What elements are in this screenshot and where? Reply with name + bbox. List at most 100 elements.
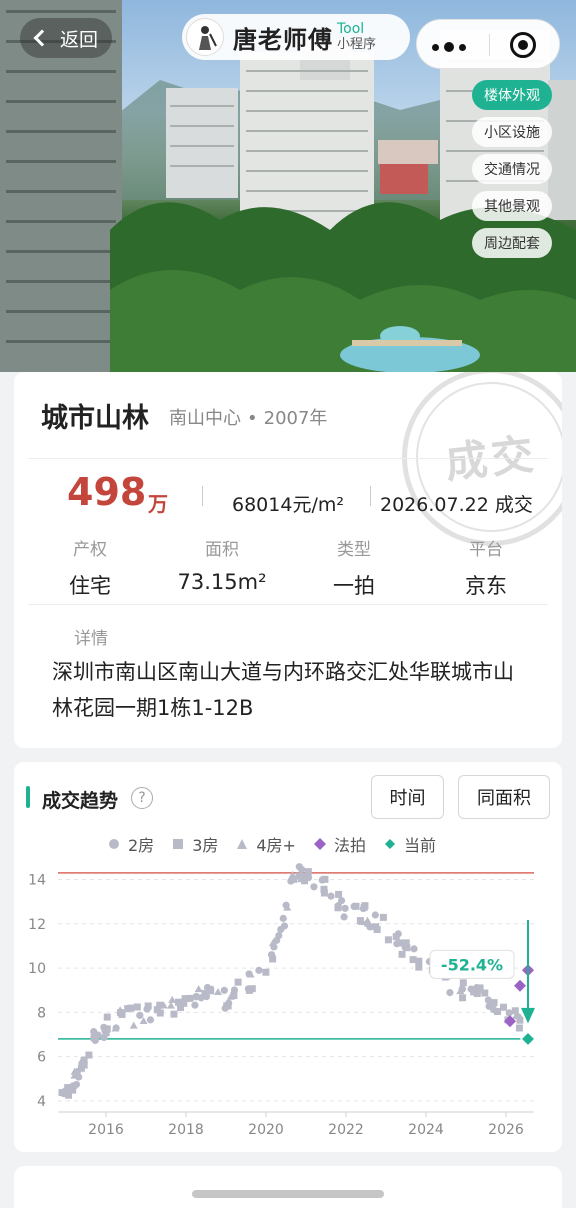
circle-marker	[394, 930, 402, 938]
transaction-points	[58, 863, 524, 1099]
triangle-marker	[129, 1021, 138, 1029]
square-marker	[320, 885, 328, 893]
legend-4room-plus[interactable]: 4房+	[236, 832, 296, 856]
square-marker	[127, 1004, 135, 1012]
legend-label: 当前	[403, 836, 436, 855]
square-marker	[356, 917, 364, 925]
square-marker	[361, 902, 369, 910]
legend-2room[interactable]: 2房	[108, 832, 154, 856]
circle-marker	[279, 914, 287, 922]
legend-diamond-marker	[384, 839, 395, 849]
square-marker	[499, 1003, 507, 1011]
circle-marker	[318, 876, 326, 884]
app-badge[interactable]: 唐老师傅 Tool 小程序	[182, 14, 410, 60]
square-marker	[144, 1002, 152, 1010]
photo-category-tabs: 楼体外观 小区设施 交通情况 其他景观 周边配套	[472, 80, 552, 265]
tab-other-views[interactable]: 其他景观	[472, 191, 552, 221]
help-icon[interactable]: ?	[131, 787, 153, 809]
x-tick-label: 2020	[248, 1122, 284, 1138]
circle-marker	[270, 943, 278, 951]
community-photo[interactable]: 返回 唐老师傅 Tool 小程序 楼体外观 小区设施 交通情况 其他景观 周边配…	[0, 0, 576, 372]
circle-marker	[78, 1059, 86, 1068]
circle-marker	[341, 904, 349, 912]
square-marker	[177, 1003, 185, 1011]
square-marker	[230, 991, 238, 999]
price-trend-chart[interactable]: 4 6 8 10 12 14 2016 2018 2020 2022 2024 2026 -52.4%	[14, 862, 562, 1148]
legend-auction[interactable]: 法拍	[313, 832, 366, 856]
square-marker	[415, 957, 423, 965]
square-marker	[85, 1051, 93, 1059]
square-marker	[379, 913, 387, 921]
community-name: 城市山林	[41, 403, 149, 434]
y-tick-label: 8	[37, 1005, 46, 1021]
app-tag: Tool 小程序	[337, 21, 376, 53]
legend-circle-marker	[109, 839, 119, 849]
attr-label: 类型	[337, 540, 371, 560]
back-button[interactable]: 返回	[20, 18, 112, 58]
x-tick-label: 2026	[488, 1122, 524, 1138]
meta-separator: •	[247, 408, 258, 429]
y-tick-label: 6	[37, 1050, 46, 1066]
change-percentage: -52.4%	[441, 955, 503, 974]
chevron-left-icon	[33, 29, 51, 47]
circle-marker	[191, 1001, 199, 1009]
circle-marker	[280, 922, 289, 930]
square-marker	[156, 1009, 164, 1017]
square-marker	[481, 989, 489, 997]
square-marker	[170, 1010, 178, 1018]
app-tag-tool: Tool	[337, 21, 365, 37]
same-area-filter-button[interactable]: 同面积	[458, 775, 550, 819]
legend-square-marker	[173, 839, 184, 849]
tab-community-facilities[interactable]: 小区设施	[472, 117, 552, 147]
legend-diamond-marker	[313, 838, 326, 850]
circle-marker	[474, 987, 482, 996]
legend-label: 3房	[192, 836, 219, 855]
square-marker	[459, 994, 467, 1002]
attr-type: 类型 一拍	[294, 535, 414, 600]
legend-label: 法拍	[333, 836, 366, 855]
square-marker	[262, 968, 270, 976]
square-marker	[415, 963, 423, 971]
square-marker	[352, 902, 360, 910]
detail-label: 详情	[74, 629, 108, 649]
circle-marker	[146, 1016, 155, 1024]
miniprogram-capsule	[416, 19, 560, 69]
home-indicator[interactable]	[192, 1190, 384, 1198]
square-marker	[335, 890, 343, 898]
circle-marker	[267, 951, 276, 959]
detail-address: 深圳市南山区南山大道与内环路交汇处华联城市山林花园一期1栋1-12B	[52, 660, 514, 720]
legend-3room[interactable]: 3房	[172, 832, 218, 856]
build-year: 2007年	[263, 408, 328, 429]
legend-current[interactable]: 当前	[384, 832, 436, 856]
screen: 返回 唐老师傅 Tool 小程序 楼体外观 小区设施 交通情况 其他景观 周边配…	[0, 0, 576, 1208]
circle-marker	[304, 874, 313, 882]
attr-ownership: 产权 住宅	[30, 535, 150, 600]
divider	[202, 486, 203, 506]
square-marker	[372, 923, 380, 931]
y-tick-label: 4	[37, 1094, 46, 1110]
x-tick-label: 2018	[168, 1122, 204, 1138]
y-tick-label: 10	[28, 961, 46, 977]
section-marker	[26, 786, 30, 808]
attr-area: 面积 73.15m²	[162, 535, 282, 594]
legend-triangle-marker	[237, 839, 248, 849]
circle-marker	[410, 945, 418, 953]
time-filter-button[interactable]: 时间	[371, 775, 444, 819]
total-price-unit: 万	[148, 492, 168, 516]
circle-marker	[287, 877, 295, 885]
tab-building-exterior[interactable]: 楼体外观	[472, 80, 552, 110]
square-marker	[102, 1029, 110, 1037]
more-icon[interactable]	[432, 42, 466, 52]
next-section-card	[14, 1166, 562, 1208]
square-marker	[402, 939, 410, 947]
close-target-icon[interactable]	[510, 32, 536, 58]
square-marker	[384, 936, 392, 944]
square-marker	[248, 985, 256, 993]
tab-transport[interactable]: 交通情况	[472, 154, 552, 184]
circle-marker	[446, 988, 454, 997]
navigation-bar: 返回 唐老师傅 Tool 小程序	[0, 0, 576, 78]
circle-marker	[295, 863, 303, 871]
district-label: 南山中心	[169, 408, 241, 429]
tab-surroundings[interactable]: 周边配套	[472, 228, 552, 258]
circle-marker	[505, 1009, 513, 1017]
